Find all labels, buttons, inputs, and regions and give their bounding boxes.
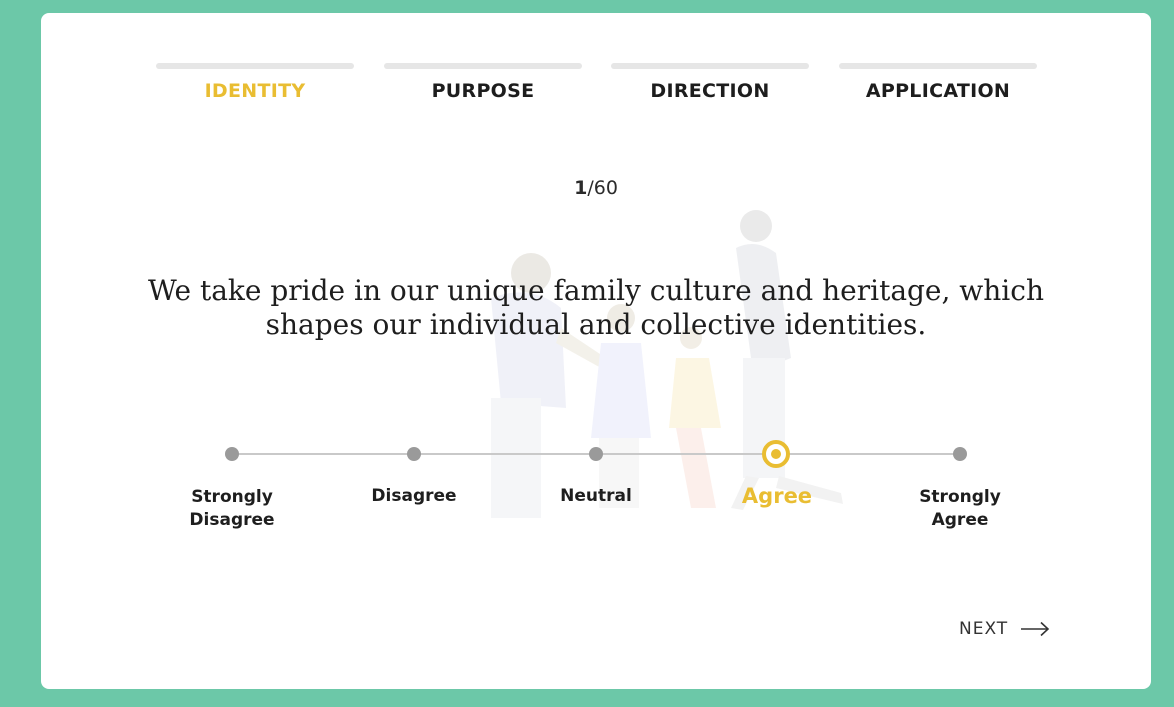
question-text: We take pride in our unique family cultu…	[148, 274, 1044, 341]
survey-card: IDENTITY PURPOSE DIRECTION APPLICATION 1…	[41, 13, 1151, 689]
next-label: NEXT	[959, 619, 1009, 639]
option-dot[interactable]	[225, 447, 239, 461]
total-questions: /60	[587, 177, 618, 199]
tab-application[interactable]: APPLICATION	[839, 63, 1037, 123]
tab-progress-bar	[384, 63, 582, 69]
option-label-line1: Disagree	[371, 486, 457, 506]
option-label-line2: Agree	[931, 510, 989, 530]
option-label: Strongly Disagree	[157, 486, 307, 532]
tab-label: DIRECTION	[650, 80, 770, 102]
tab-label: IDENTITY	[204, 80, 306, 102]
tab-identity[interactable]: IDENTITY	[156, 63, 354, 123]
option-label-line1: Strongly	[191, 487, 273, 507]
selected-radio-fill	[771, 449, 781, 459]
tab-progress-bar	[611, 63, 809, 69]
tab-direction[interactable]: DIRECTION	[611, 63, 809, 123]
option-label-line1: Neutral	[560, 486, 632, 506]
current-question-number: 1	[574, 177, 588, 199]
option-dot[interactable]	[953, 447, 967, 461]
option-label-selected: Agree	[702, 483, 852, 509]
next-button[interactable]: NEXT	[959, 616, 1050, 642]
option-label-line1: Agree	[741, 484, 813, 508]
option-label-line2: Disagree	[189, 510, 275, 530]
option-label-line1: Strongly	[919, 487, 1001, 507]
option-label: Neutral	[521, 485, 671, 508]
option-label: Disagree	[339, 485, 489, 508]
arrow-right-icon	[1021, 621, 1050, 637]
tab-label: PURPOSE	[431, 80, 535, 102]
selected-radio[interactable]	[762, 440, 790, 468]
question-counter: 1/60	[41, 177, 1151, 199]
tab-purpose[interactable]: PURPOSE	[384, 63, 582, 123]
option-dot[interactable]	[407, 447, 421, 461]
tab-progress-bar	[156, 63, 354, 69]
option-label: Strongly Agree	[885, 486, 1035, 532]
option-dot[interactable]	[589, 447, 603, 461]
tab-label: APPLICATION	[865, 80, 1011, 102]
tab-progress-bar	[839, 63, 1037, 69]
